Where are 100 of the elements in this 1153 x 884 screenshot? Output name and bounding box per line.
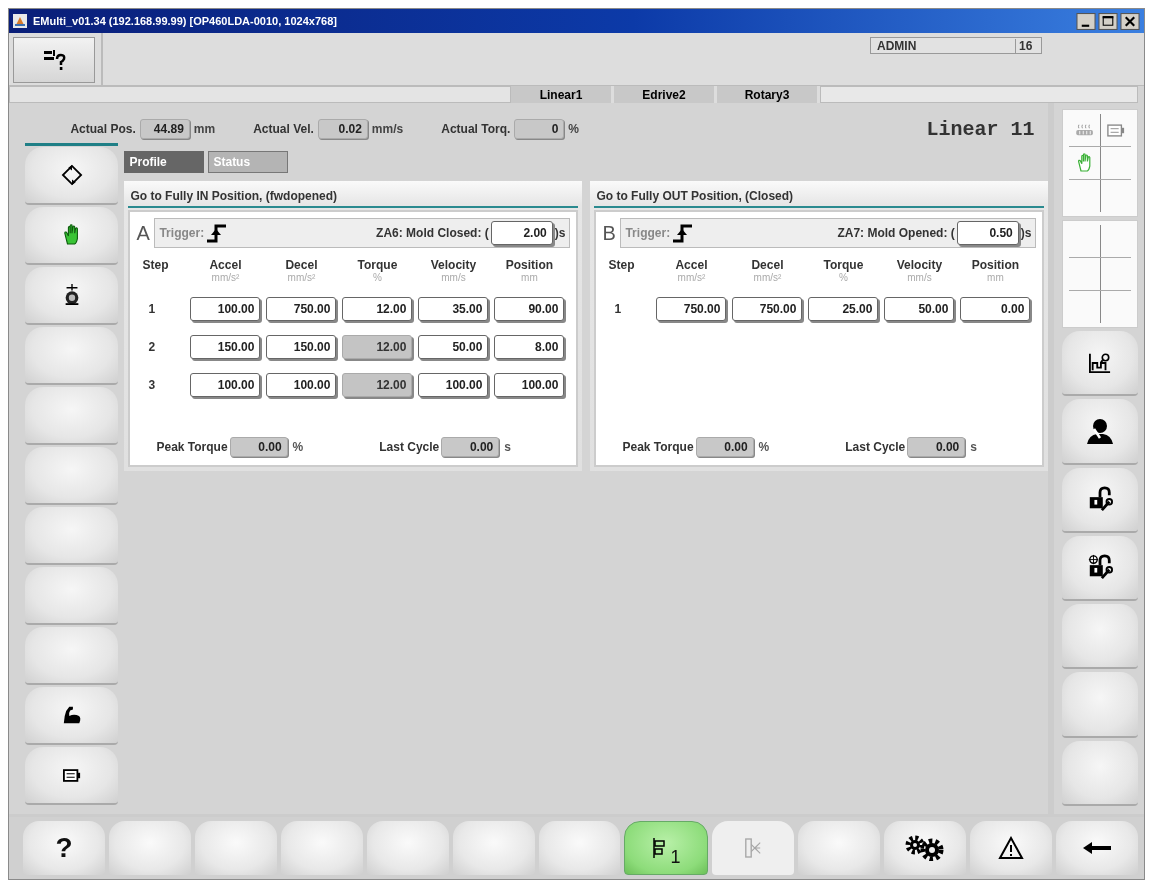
back-arrow-icon bbox=[1082, 841, 1112, 855]
last-cycle-unit: s bbox=[504, 440, 511, 454]
column-header: Decel bbox=[285, 258, 318, 272]
screen-help-button[interactable] bbox=[13, 37, 95, 83]
sidebar-button[interactable] bbox=[1062, 467, 1138, 533]
step-number: 1 bbox=[613, 302, 623, 316]
maximize-icon[interactable] bbox=[1098, 12, 1118, 30]
column-unit: mm/s bbox=[441, 272, 466, 283]
rotate-arrows-icon bbox=[60, 164, 83, 186]
readout-unit: % bbox=[568, 122, 579, 136]
lock-target-icon bbox=[1087, 554, 1114, 581]
column-header: Accel bbox=[675, 258, 708, 272]
value-field[interactable]: 100.00 bbox=[190, 297, 261, 321]
value-field[interactable]: 750.00 bbox=[732, 297, 803, 321]
peak-torque-label: Peak Torque bbox=[156, 440, 228, 454]
value-field[interactable]: 750.00 bbox=[656, 297, 727, 321]
hand-icon bbox=[1076, 152, 1093, 174]
rising-edge-icon bbox=[206, 223, 229, 243]
app-icon bbox=[13, 14, 27, 28]
readout-field: 0 bbox=[514, 119, 565, 139]
value-field[interactable]: 100.00 bbox=[418, 373, 489, 397]
value-field[interactable]: 50.00 bbox=[884, 297, 955, 321]
readout-field: 0.02 bbox=[317, 119, 368, 139]
last-cycle-field: 0.00 bbox=[907, 437, 966, 457]
column-header: Torque bbox=[823, 258, 864, 272]
column-unit: mm/s² bbox=[287, 272, 316, 283]
last-cycle-field: 0.00 bbox=[441, 437, 500, 457]
minimize-icon[interactable] bbox=[1076, 12, 1096, 30]
panel-title: Go to Fully OUT Position, (Closed) bbox=[594, 185, 1045, 208]
readout-label: Actual Vel. bbox=[253, 122, 314, 136]
readout-unit: mm/s bbox=[371, 122, 404, 136]
function-button[interactable] bbox=[970, 821, 1053, 875]
timer-field[interactable]: 2.00 bbox=[490, 221, 553, 245]
value-field[interactable]: 0.00 bbox=[960, 297, 1031, 321]
value-field[interactable]: 150.00 bbox=[266, 335, 337, 359]
column-unit: mm/s² bbox=[677, 272, 706, 283]
value-field[interactable]: 35.00 bbox=[418, 297, 489, 321]
battery-icon bbox=[62, 768, 81, 782]
timer-field[interactable]: 0.50 bbox=[956, 221, 1019, 245]
profile-letter: B bbox=[602, 221, 617, 245]
column-header: Step bbox=[608, 258, 635, 272]
value-field[interactable]: 90.00 bbox=[494, 297, 565, 321]
axis-tab[interactable]: Rotary3 bbox=[717, 86, 820, 103]
value-field[interactable]: 100.00 bbox=[190, 373, 261, 397]
column-header: Torque bbox=[357, 258, 398, 272]
timer-label: ZA7: Mold Opened: ( bbox=[837, 226, 955, 240]
lock-wrench-icon bbox=[1087, 486, 1114, 513]
sidebar-button[interactable] bbox=[25, 687, 119, 745]
nozzle-icon bbox=[744, 837, 763, 859]
value-field[interactable]: 100.00 bbox=[266, 373, 337, 397]
chart-magnifier-icon bbox=[1088, 351, 1113, 374]
column-header: Position bbox=[505, 258, 554, 272]
user-level: 16 bbox=[1015, 39, 1041, 53]
timer-label: ZA6: Mold Closed: ( bbox=[376, 226, 489, 240]
window-title: EMulti_v01.34 (192.168.99.99) [OP460LDA-0010, 1024x768] bbox=[33, 15, 337, 27]
peak-torque-label: Peak Torque bbox=[622, 440, 694, 454]
column-header: Velocity bbox=[896, 258, 943, 272]
function-button[interactable]: 1 bbox=[624, 821, 709, 875]
person-wrench-icon bbox=[1085, 416, 1116, 445]
axis-tab[interactable]: Linear1 bbox=[511, 86, 614, 103]
column-header: Velocity bbox=[430, 258, 477, 272]
value-field[interactable]: 100.00 bbox=[494, 373, 565, 397]
value-field[interactable]: 750.00 bbox=[266, 297, 337, 321]
sidebar-button[interactable] bbox=[25, 147, 119, 205]
peak-torque-field: 0.00 bbox=[229, 437, 288, 457]
function-button[interactable] bbox=[1056, 821, 1138, 875]
value-field[interactable]: 50.00 bbox=[418, 335, 489, 359]
sidebar-button[interactable] bbox=[25, 747, 119, 805]
readout-label: Actual Torq. bbox=[441, 122, 511, 136]
sidebar-button[interactable] bbox=[1062, 331, 1138, 397]
sidebar-button[interactable] bbox=[1062, 399, 1138, 465]
column-header: Decel bbox=[751, 258, 784, 272]
view-tab[interactable]: Profile bbox=[124, 151, 205, 173]
column-unit: mm/s bbox=[907, 272, 932, 283]
column-unit: mm/s² bbox=[211, 272, 240, 283]
axis-name: Linear 11 bbox=[926, 117, 1035, 141]
peak-torque-field: 0.00 bbox=[695, 437, 754, 457]
value-field: 12.00 bbox=[342, 335, 413, 359]
axis-bars-icon bbox=[652, 837, 667, 859]
peak-torque-unit: % bbox=[758, 440, 770, 454]
value-field: 12.00 bbox=[342, 373, 413, 397]
value-field[interactable]: 150.00 bbox=[190, 335, 261, 359]
value-field[interactable]: 8.00 bbox=[494, 335, 565, 359]
column-unit: mm/s² bbox=[753, 272, 782, 283]
function-button[interactable]: ? bbox=[23, 821, 105, 875]
heater-icon bbox=[1074, 123, 1095, 137]
trigger-label: Trigger: bbox=[159, 226, 205, 240]
peak-torque-unit: % bbox=[292, 440, 304, 454]
step-number: 3 bbox=[147, 378, 157, 392]
close-icon[interactable] bbox=[1120, 12, 1140, 30]
value-field[interactable]: 12.00 bbox=[342, 297, 413, 321]
hand-icon bbox=[62, 223, 81, 247]
timer-unit: )s bbox=[1020, 226, 1032, 240]
last-cycle-label: Last Cycle bbox=[379, 440, 440, 454]
function-button[interactable] bbox=[884, 821, 967, 875]
value-field[interactable]: 25.00 bbox=[808, 297, 879, 321]
user-name: ADMIN bbox=[877, 39, 917, 53]
axis-tab[interactable]: Edrive2 bbox=[614, 86, 717, 103]
sidebar-button[interactable] bbox=[1062, 535, 1138, 602]
sidebar-button[interactable] bbox=[25, 267, 119, 325]
